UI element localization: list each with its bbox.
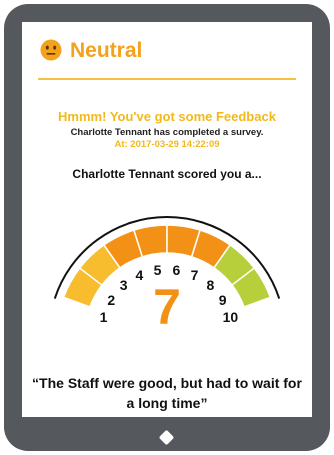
score-intro: Charlotte Tennant scored you a... — [72, 167, 262, 181]
feedback-subtitle: Charlotte Tennant has completed a survey… — [70, 127, 264, 138]
screen: Neutral Hmmm! You've got some Feedback C… — [22, 22, 312, 417]
scale-tick-10: 10 — [222, 308, 239, 325]
scale-tick-2: 2 — [107, 291, 116, 308]
tablet-frame: Neutral Hmmm! You've got some Feedback C… — [4, 4, 330, 451]
feedback-timestamp: At: 2017-03-29 14:22:09 — [114, 139, 220, 150]
neutral-face-icon — [40, 39, 62, 61]
header-divider — [38, 78, 296, 80]
mood-label: Neutral — [70, 39, 143, 62]
home-button[interactable] — [158, 429, 175, 446]
scale-tick-1: 1 — [99, 308, 108, 325]
header: Neutral — [22, 22, 312, 78]
feedback-title: Hmmm! You've got some Feedback — [58, 109, 276, 124]
feedback-quote: “The Staff were good, but had to wait fo… — [32, 375, 302, 411]
score-value: 7 — [153, 279, 181, 335]
scale-tick-9: 9 — [218, 291, 227, 308]
